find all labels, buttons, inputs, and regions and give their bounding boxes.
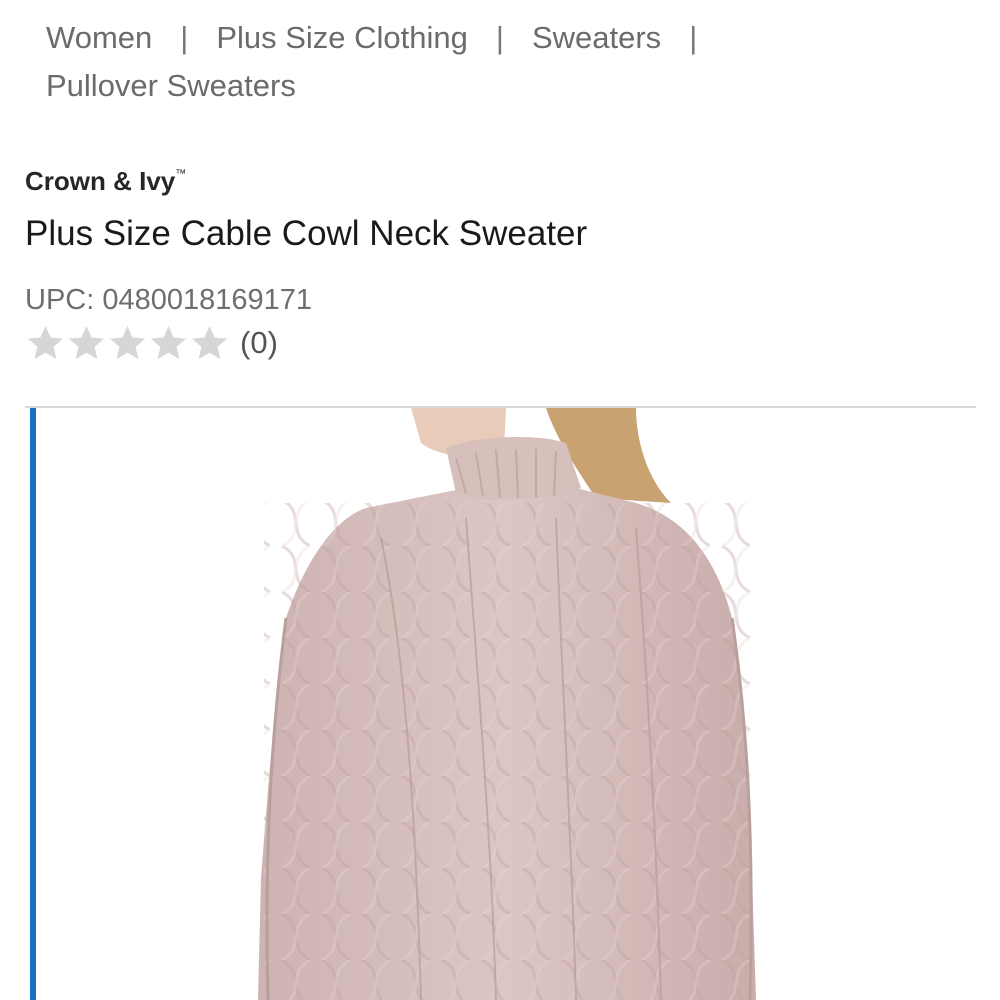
star-empty-icon: [148, 323, 189, 363]
star-empty-icon: [25, 323, 66, 363]
breadcrumb-separator: |: [180, 20, 189, 55]
product-photo-sweater[interactable]: [36, 408, 976, 1000]
rating-stars[interactable]: (0): [25, 321, 278, 365]
breadcrumb-item-plus-size-clothing[interactable]: Plus Size Clothing: [216, 14, 468, 62]
trademark-mark: ™: [175, 168, 187, 180]
star-empty-icon: [66, 323, 107, 363]
brand-name[interactable]: Crown & Ivy™: [25, 166, 186, 197]
review-count[interactable]: (0): [240, 325, 278, 361]
breadcrumb-separator: |: [495, 20, 504, 55]
breadcrumb-item-sweaters[interactable]: Sweaters: [532, 14, 661, 62]
breadcrumb-separator: |: [689, 20, 698, 55]
star-empty-icon: [189, 323, 230, 363]
product-upc: UPC: 0480018169171: [25, 284, 313, 316]
breadcrumb-item-women[interactable]: Women: [46, 14, 152, 62]
brand-label: Crown & Ivy: [25, 166, 176, 196]
breadcrumb: Women | Plus Size Clothing | Sweaters | Pullov…: [46, 14, 786, 110]
star-empty-icon: [107, 323, 148, 363]
sweater-illustration: [258, 408, 756, 1000]
product-page: Women | Plus Size Clothing | Sweaters | Pullov…: [0, 0, 1000, 1000]
product-title: Plus Size Cable Cowl Neck Sweater: [25, 214, 588, 253]
breadcrumb-item-pullover-sweaters[interactable]: Pullover Sweaters: [46, 62, 296, 110]
product-image-gallery[interactable]: [30, 408, 976, 1000]
